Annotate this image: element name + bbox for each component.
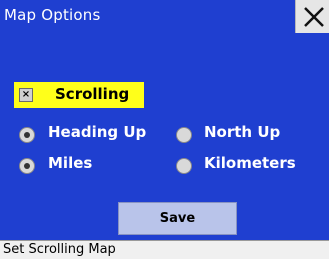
miles-radio[interactable] — [19, 158, 35, 174]
kilometers-radio[interactable] — [176, 158, 192, 174]
north-up-radio[interactable] — [176, 127, 192, 143]
north-up-label: North Up — [204, 123, 281, 141]
window-title: Map Options — [4, 6, 101, 24]
options-panel: × Scrolling Heading Up North Up Miles Ki… — [0, 33, 329, 240]
scrolling-checkbox[interactable]: × — [19, 88, 33, 102]
close-icon — [304, 7, 324, 27]
map-options-screen: Map Options × Scrolling Heading Up North… — [0, 0, 329, 259]
miles-label: Miles — [48, 154, 93, 172]
heading-up-label: Heading Up — [48, 123, 147, 141]
status-bar: Set Scrolling Map — [0, 240, 329, 259]
heading-up-radio[interactable] — [19, 127, 35, 143]
scrolling-label: Scrolling — [55, 85, 130, 103]
save-button[interactable]: Save — [118, 202, 237, 235]
status-text: Set Scrolling Map — [3, 242, 116, 257]
close-button[interactable] — [295, 0, 329, 33]
title-bar: Map Options — [0, 0, 329, 33]
kilometers-label: Kilometers — [204, 154, 296, 172]
scrolling-checkbox-row[interactable]: × Scrolling — [14, 82, 144, 108]
